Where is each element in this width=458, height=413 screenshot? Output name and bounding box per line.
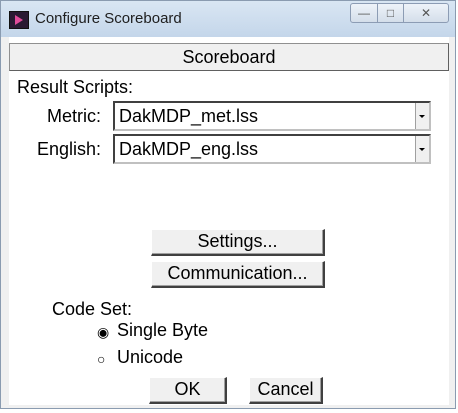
configure-scoreboard-window: Configure Scoreboard — □ ✕ Scoreboard Re… (0, 0, 456, 409)
settings-button[interactable]: Settings... (151, 229, 325, 256)
metric-label: Metric: (47, 106, 101, 126)
title-bar[interactable]: Configure Scoreboard — □ ✕ (1, 1, 455, 37)
close-button[interactable]: ✕ (403, 3, 449, 23)
maximize-button[interactable]: □ (377, 3, 404, 23)
dialog-content: Scoreboard Result Scripts: Metric: DakMD… (9, 37, 449, 405)
metric-script-value: DakMDP_met.lss (119, 106, 259, 126)
metric-dropdown-arrow-icon[interactable] (415, 103, 429, 129)
result-scripts-label: Result Scripts: (17, 77, 134, 97)
ok-button[interactable]: OK (149, 377, 227, 404)
close-icon: ✕ (420, 6, 432, 20)
english-label: English: (37, 139, 102, 159)
cancel-button[interactable]: Cancel (249, 377, 323, 404)
window-title: Configure Scoreboard (35, 10, 182, 27)
metric-script-combo[interactable]: DakMDP_met.lss (113, 101, 431, 131)
communication-button[interactable]: Communication... (151, 261, 325, 288)
minimize-icon: — (358, 6, 370, 20)
english-dropdown-arrow-icon[interactable] (415, 136, 429, 162)
radio-selected-icon[interactable]: ◉ (97, 324, 109, 341)
unicode-label: Unicode (117, 347, 184, 367)
maximize-icon: □ (386, 6, 395, 20)
minimize-button[interactable]: — (350, 3, 378, 23)
single-byte-label: Single Byte (117, 320, 209, 340)
code-set-label: Code Set: (52, 299, 133, 319)
scoreboard-header: Scoreboard (9, 43, 449, 71)
radio-unselected-icon[interactable]: ○ (97, 351, 105, 367)
english-script-combo[interactable]: DakMDP_eng.lss (113, 134, 431, 164)
english-script-value: DakMDP_eng.lss (119, 139, 259, 159)
app-icon (9, 11, 29, 29)
